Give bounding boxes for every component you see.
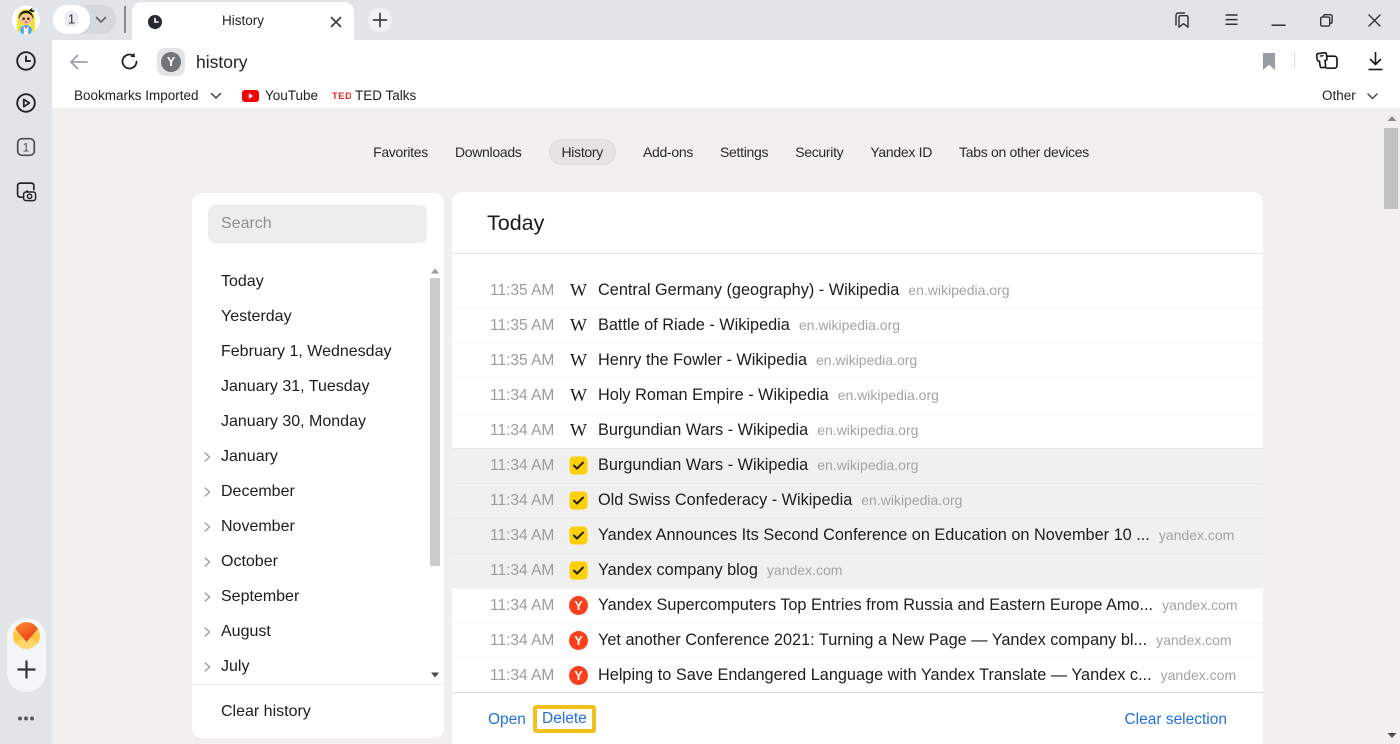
svg-text:Y: Y <box>574 634 583 648</box>
svg-text:1: 1 <box>23 140 30 154</box>
svg-text:Y: Y <box>574 669 583 683</box>
svg-text:1: 1 <box>68 12 75 27</box>
svg-text:Y: Y <box>574 599 583 613</box>
svg-text:TED: TED <box>332 91 351 101</box>
